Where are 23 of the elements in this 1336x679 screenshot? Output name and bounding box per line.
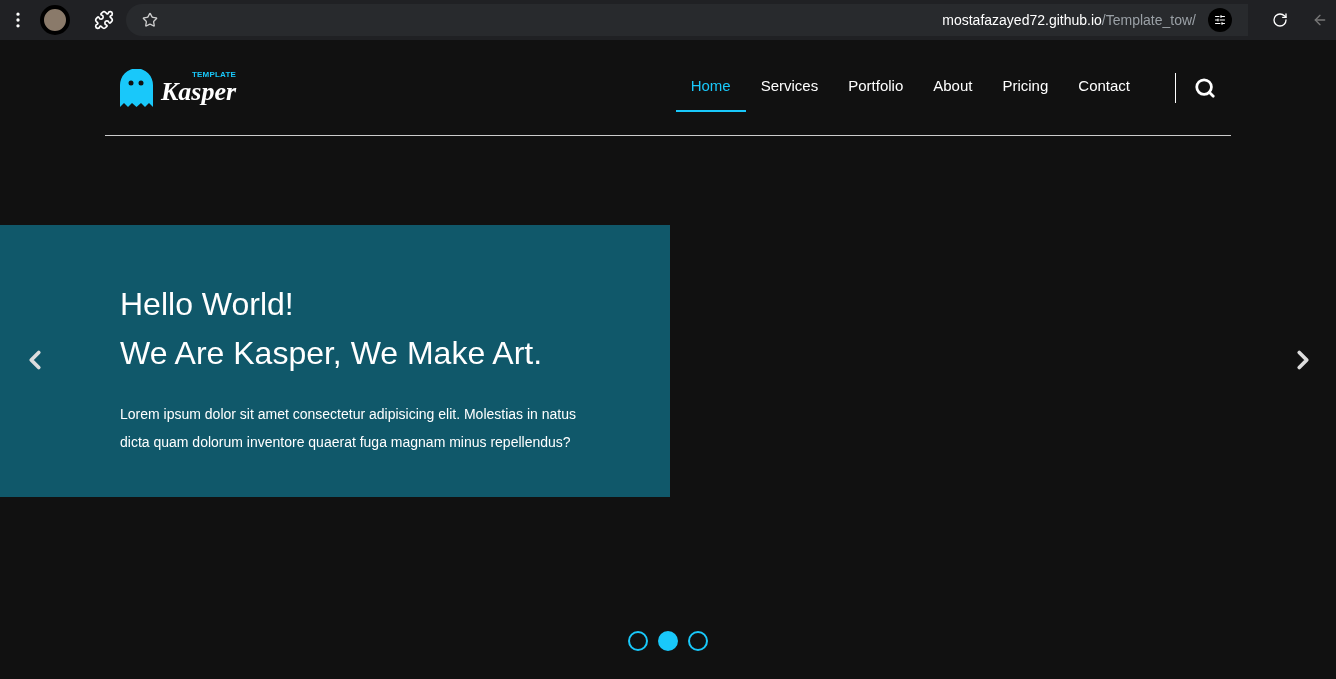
url-path: /Template_tow/	[1101, 10, 1196, 30]
nav-link[interactable]: About	[918, 63, 988, 112]
url-host: mostafazayed72.github.io	[942, 10, 1102, 30]
back-icon[interactable]	[1312, 12, 1328, 28]
ghost-icon	[120, 68, 153, 107]
profile-avatar[interactable]	[40, 5, 70, 35]
nav-link[interactable]: Home	[675, 63, 746, 112]
reload-icon[interactable]	[1272, 12, 1288, 28]
site-settings-button[interactable]	[1208, 8, 1232, 32]
nav-link[interactable]: Contact	[1063, 63, 1145, 112]
hero-title: We Are Kasper, We Make Art.	[120, 334, 544, 373]
nav-link[interactable]: Services	[745, 63, 834, 112]
hero-text: Lorem ipsum dolor sit amet consectetur adipisicing elit. Molestias in natus dicta quam dolorum inventore quaerat fuga magnam minus repellendus?	[120, 405, 577, 452]
puzzle-icon[interactable]	[94, 10, 114, 30]
hero-title: Hello World!	[120, 285, 295, 324]
logo-name: Kasper	[161, 78, 237, 105]
address-bar[interactable]: mostafazayed72.github.io/Template_tow/	[126, 4, 1248, 36]
logo-tag: TEMPLATE	[192, 70, 237, 79]
nav-link[interactable]: Pricing	[987, 63, 1064, 112]
sliders-icon	[1214, 14, 1226, 26]
nav-link[interactable]: Portfolio	[833, 63, 919, 112]
star-icon[interactable]	[142, 12, 158, 28]
search-icon[interactable]	[1194, 76, 1216, 99]
